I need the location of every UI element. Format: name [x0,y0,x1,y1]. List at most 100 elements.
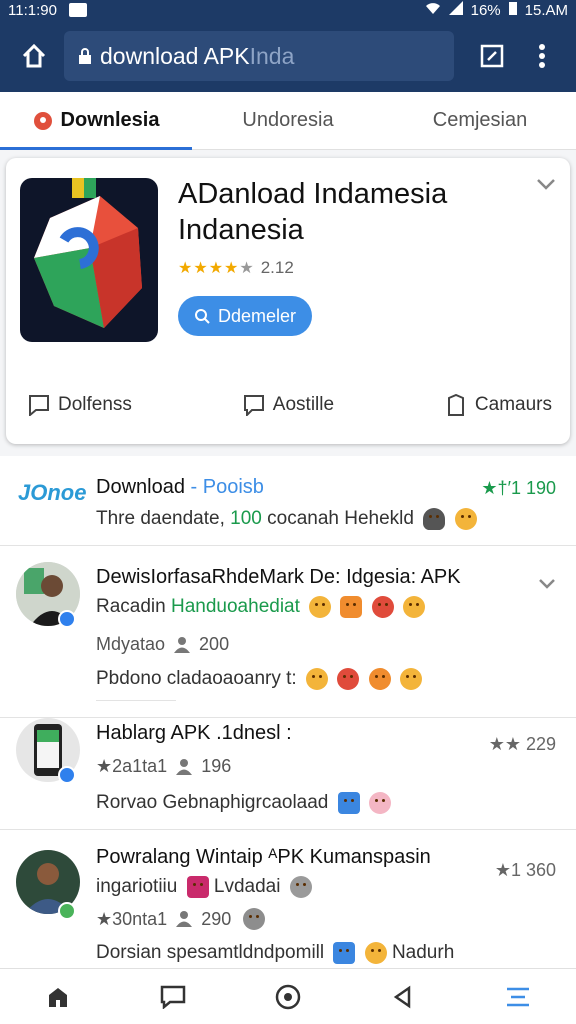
meta-left: ★2a1ta1 [96,756,168,776]
status-clock: 15.AM [524,1,568,19]
grin-emoji-icon [368,668,391,690]
row-rating: ★★ 229 [488,734,556,754]
people-icon [176,758,193,775]
title-suffix: Pooisb [202,476,264,498]
sub-text-suffix: Lvdadai [213,876,281,898]
row-extra: Rorvao Gebnaphigrcaolaad [96,792,391,814]
lock-icon [79,48,91,64]
home-button[interactable] [14,36,54,76]
wifi-icon [425,1,441,19]
sub-text: Racadin [96,596,166,618]
url-prefix: d [100,42,113,69]
home-icon [48,987,67,1007]
row-subtitle: Racadin Handuoahediat [96,596,426,618]
back-triangle-icon [393,985,411,1008]
nav-menu-button[interactable] [498,977,538,1017]
info-emoji-icon [289,876,312,898]
status-time: 11:1:90 [8,1,57,19]
smile-emoji-icon [306,668,328,690]
heart-eyes-emoji-icon [371,596,394,618]
app-card: ADanload Indamesia Indanesia ★★★★★ 2.12 … [6,158,570,444]
verified-badge-icon [58,902,76,920]
verified-badge-icon [58,610,76,628]
download-button-label: Ddemeler [217,305,297,326]
rating-value: 2.12 [260,258,294,277]
extra-text: Dorsian spesamtldndpomill [96,942,325,964]
list-item[interactable]: Powralang Wintaip ᴬPK Kumanspasin ingari… [0,830,576,968]
row-extra: Pbdono cladaoaoanry t: [96,668,422,690]
list-item[interactable]: Hablarg APK .1dnesl : ★2a1ta1 196 Rorvao… [0,718,576,830]
row-title: Download - Pooisb [96,476,264,498]
action-aostille[interactable]: Aostille [243,394,334,416]
tab-label: Cemjesian [432,109,528,131]
people-icon [174,636,191,653]
battery-level: 16% [470,1,501,19]
bottom-navigation [0,968,576,1024]
feed-list: JOnoe Download - Pooisb Thre daendate, 1… [0,456,576,968]
message-emoji-icon [333,942,356,964]
message-emoji-icon [337,792,360,814]
address-bar[interactable]: d ownload APK Inda [64,31,454,81]
clock-emoji-icon [243,908,266,930]
sub-text: ingariotiiu [96,876,178,898]
action-dolfenss[interactable]: Dolfenss [28,394,132,416]
extra-text-suffix: Nadurh [391,942,455,964]
chevron-down-icon[interactable] [536,178,556,190]
blush-emoji-icon [368,792,391,814]
row-subtitle: Thre daendate, 100 cocanah Hehekld [96,508,477,530]
app-rating: ★★★★★ 2.12 [178,258,294,278]
action-label: Dolfenss [58,394,132,415]
signal-icon [448,1,463,19]
status-bar: 11:1:90 16% 15.AM [0,0,576,20]
tab-undoresia[interactable]: Undoresia [192,92,384,149]
battery-icon [508,1,517,19]
nav-explore-button[interactable] [268,977,308,1017]
search-icon [194,309,210,324]
row-subtitle: ingariotiiu Lvdadai [96,876,312,898]
extra-text: Pbdono cladaoaoanry t: [96,668,297,690]
nav-back-button[interactable] [383,977,423,1017]
smile-emoji-icon [364,942,387,964]
row-title: Powralang Wintaip ᴬPK Kumanspasin [96,846,431,868]
meta-count: 290 [201,908,232,929]
verified-badge-icon [58,766,76,784]
star-rating-icon: ★★★★★ [178,260,255,277]
tabs-icon [480,44,504,68]
bookmark-icon [447,394,464,416]
list-item[interactable]: JOnoe Download - Pooisb Thre daendate, 1… [0,456,576,546]
tab-label: Downlesia [60,109,160,131]
list-item[interactable]: DewisIorfasaRhdeMark De: Idgesia: APK Ra… [0,546,576,718]
tab-cemjesian[interactable]: Cemjesian [384,92,576,149]
app-logo[interactable] [20,178,158,342]
meta-name: Mdyatao [96,634,166,654]
smile-emoji-icon [403,596,426,618]
extra-text: Rorvao Gebnaphigrcaolaad [96,792,329,814]
overflow-menu-button[interactable] [522,36,562,76]
row-title: DewisIorfasaRhdeMark De: Idgesia: APK [96,566,461,588]
action-camaurs[interactable]: Camaurs [445,394,552,416]
row-meta: ★2a1ta1 196 [96,756,231,777]
url-text: ownload APK [112,42,250,69]
action-label: Aostille [272,394,335,415]
smile-emoji-icon [399,668,422,690]
compass-icon [275,984,301,1009]
browser-toolbar: d ownload APK Inda [0,20,576,92]
nav-messages-button[interactable] [153,977,193,1017]
meta-count: 196 [201,756,232,776]
chat-icon [243,395,264,416]
meta-left: ★30nta1 [96,908,168,929]
nav-home-button[interactable] [38,977,78,1017]
people-icon [176,911,193,927]
sub-text: Thre daendate, [96,508,225,530]
tabs-button[interactable] [472,36,512,76]
row-meta: ★30nta1 290 [96,908,266,930]
divider [96,700,176,701]
title-text: Download [96,476,185,498]
download-button[interactable]: Ddemeler [178,296,312,336]
row-title: Hablarg APK .1dnesl : [96,722,292,744]
hand-emoji-icon [423,508,446,530]
laugh-emoji-icon [340,596,363,618]
card-actions: Dolfenss Aostille Camaurs [28,394,552,416]
tab-downlesia[interactable]: Downlesia [0,92,192,150]
chevron-down-icon[interactable] [538,578,556,590]
